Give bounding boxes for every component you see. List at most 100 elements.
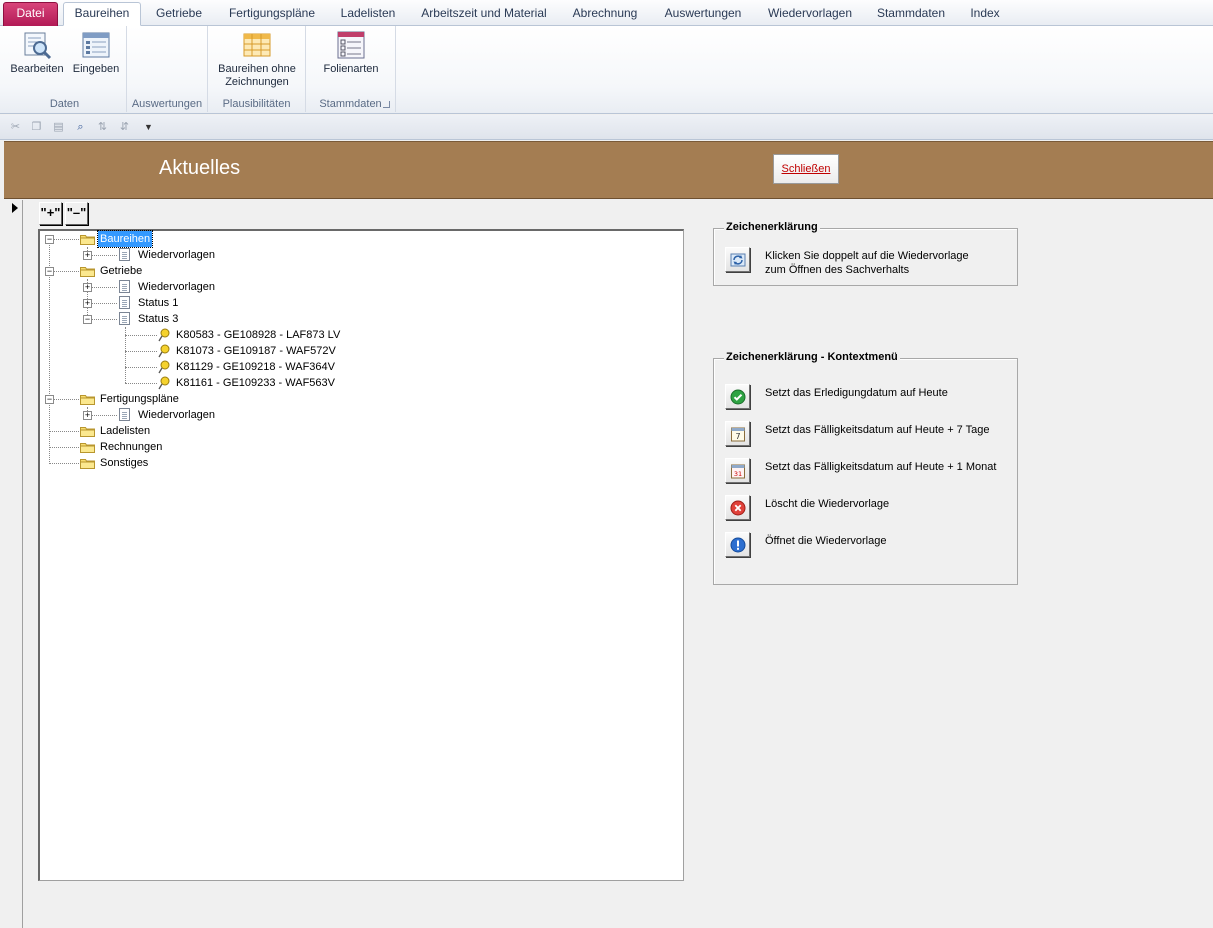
tree-line (125, 351, 157, 352)
collapse-toggle-icon[interactable]: − (45, 267, 54, 276)
calendar-7-icon: 7 (731, 427, 745, 442)
current-record-arrow-icon (12, 203, 18, 213)
pin-icon (158, 344, 170, 358)
due-plus-month-button[interactable]: 31 (725, 458, 750, 483)
tree-label: Status 3 (138, 313, 179, 325)
pin-icon (158, 360, 170, 374)
tree-label: Wiedervorlagen (138, 249, 216, 261)
ribbon-group-daten: Bearbeiten Eingeben Daten (3, 26, 127, 112)
tree-view[interactable]: − + − + + − − + Baureihen Wiedervorlagen… (38, 229, 684, 881)
tab-datei[interactable]: Datei (3, 2, 58, 26)
bearbeiten-button[interactable]: Bearbeiten (6, 30, 68, 76)
expand-toggle-icon[interactable]: + (83, 299, 92, 308)
tab-auswertungen[interactable]: Auswertungen (658, 3, 748, 26)
tab-stammdaten[interactable]: Stammdaten (872, 3, 950, 26)
tab-fertigungsplaene[interactable]: Fertigungspläne (222, 3, 322, 26)
cut-icon[interactable]: ✂ (8, 120, 23, 135)
svg-text:7: 7 (735, 432, 740, 441)
tree-line (49, 463, 79, 464)
tab-getriebe[interactable]: Getriebe (150, 3, 208, 26)
context-legend-text: Setzt das Fälligkeitsdatum auf Heute + 7… (765, 424, 990, 436)
collapse-toggle-icon[interactable]: − (83, 315, 92, 324)
due-plus-7-button[interactable]: 7 (725, 421, 750, 446)
edit-search-icon (24, 32, 52, 60)
group-label-auswertungen: Auswertungen (131, 98, 203, 110)
expand-toggle-icon[interactable]: + (83, 251, 92, 260)
pin-icon (158, 328, 170, 342)
legend-frame: Zeichenerklärung Klicken Sie doppelt auf… (713, 221, 1018, 286)
collapse-all-button[interactable]: "–" (65, 202, 88, 225)
tab-ladelisten[interactable]: Ladelisten (335, 3, 401, 26)
tree-line (49, 431, 79, 432)
calendar-31-icon: 31 (731, 464, 745, 479)
eingeben-label: Eingeben (72, 63, 120, 75)
list-icon (337, 31, 365, 59)
table-icon (243, 33, 271, 57)
collapse-toggle-icon[interactable]: − (45, 235, 54, 244)
info-icon (730, 537, 746, 553)
tab-index[interactable]: Index (963, 3, 1007, 26)
folienarten-label: Folienarten (323, 63, 379, 75)
tree-label: K81161 - GE109233 - WAF563V (176, 377, 335, 389)
tree-label: Rechnungen (100, 441, 163, 453)
legend-line-2: zum Öffnen des Sachverhalts (765, 264, 910, 276)
copy-icon[interactable]: ❐ (29, 120, 44, 135)
paste-icon[interactable]: ▤ (51, 120, 66, 135)
context-legend-text: Öffnet die Wiedervorlage (765, 535, 887, 547)
quick-access-toolbar: ✂ ❐ ▤ ⌕ ⇅ ⇵ ▼ (0, 115, 1213, 140)
tab-baureihen[interactable]: Baureihen (63, 2, 141, 26)
context-legend-frame: Zeichenerklärung - Kontextmenü Setzt das… (713, 351, 1018, 585)
tree-label: Baureihen (96, 230, 154, 248)
tree-line (125, 335, 157, 336)
tab-abrechnung[interactable]: Abrechnung (566, 3, 644, 26)
close-button[interactable]: Schließen (773, 154, 839, 184)
expand-toggle-icon[interactable]: + (83, 411, 92, 420)
baureihen-ohne-label: Baureihen ohne (218, 63, 296, 75)
document-icon (119, 248, 130, 261)
tab-arbeitszeit-material[interactable]: Arbeitszeit und Material (415, 3, 553, 26)
tab-wiedervorlagen[interactable]: Wiedervorlagen (762, 3, 858, 26)
tree-label: Ladelisten (100, 425, 151, 437)
folienarten-button[interactable]: Folienarten (316, 30, 386, 76)
tree-line (125, 367, 157, 368)
record-selector[interactable] (4, 200, 23, 928)
tree-label: Wiedervorlagen (138, 409, 216, 421)
expand-all-button[interactable]: "+" (39, 202, 62, 225)
tree-line (125, 383, 157, 384)
tree-label: Wiedervorlagen (138, 281, 216, 293)
open-button[interactable] (725, 532, 750, 557)
folder-icon (80, 267, 95, 277)
collapse-toggle-icon[interactable]: − (45, 395, 54, 404)
expand-toggle-icon[interactable]: + (83, 283, 92, 292)
zeichnungen-label: Zeichnungen (225, 76, 289, 88)
delete-icon (730, 500, 746, 516)
document-icon (119, 296, 130, 309)
document-icon (119, 408, 130, 421)
customize-toolbar-icon[interactable]: ▼ (141, 120, 156, 135)
group-label-plausibilitaeten: Plausibilitäten (222, 98, 291, 110)
context-legend-text: Setzt das Fälligkeitsdatum auf Heute + 1… (765, 461, 997, 473)
tree-label: Status 1 (138, 297, 179, 309)
group-label-stammdaten: Stammdaten (319, 98, 382, 110)
pin-icon (158, 376, 170, 390)
baureihen-ohne-zeichnungen-button[interactable]: Baureihen ohne Zeichnungen (210, 30, 304, 89)
group-label-daten: Daten (49, 98, 80, 110)
dialog-launcher-icon[interactable] (383, 101, 390, 108)
folder-icon (80, 443, 95, 453)
tree-label: K81129 - GE109218 - WAF364V (176, 361, 335, 373)
legend-title: Zeichenerklärung (724, 221, 820, 233)
tree-line (49, 447, 79, 448)
sort-descending-icon[interactable]: ⇵ (117, 120, 132, 135)
sort-ascending-icon[interactable]: ⇅ (95, 120, 110, 135)
ribbon-group-plausibilitaeten: Baureihen ohne Zeichnungen Plausibilität… (208, 26, 306, 112)
folder-icon (80, 427, 95, 437)
eingeben-button[interactable]: Eingeben (67, 30, 125, 76)
folder-icon (80, 235, 95, 245)
ribbon-tab-bar: Datei Baureihen Getriebe Fertigungspläne… (0, 0, 1213, 26)
refresh-open-button[interactable] (725, 247, 750, 272)
set-done-button[interactable] (725, 384, 750, 409)
find-icon[interactable]: ⌕ (73, 120, 88, 135)
legend-line-1: Klicken Sie doppelt auf die Wiedervorlag… (765, 250, 969, 262)
tree-label: K80583 - GE108928 - LAF873 LV (176, 329, 341, 341)
delete-button[interactable] (725, 495, 750, 520)
